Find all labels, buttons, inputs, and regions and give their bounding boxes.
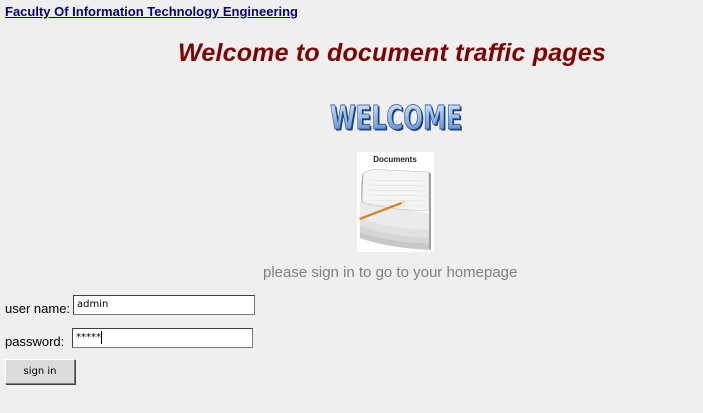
username-input[interactable]: admin (73, 295, 255, 315)
password-input[interactable]: ***** (72, 328, 253, 348)
signin-prompt: please sign in to go to your homepage (263, 264, 518, 281)
documents-image-label: Documents (373, 155, 417, 164)
password-label: password: (5, 334, 65, 349)
password-value: ***** (76, 332, 101, 343)
documents-image: Documents (357, 152, 434, 252)
username-value: admin (77, 299, 109, 310)
faculty-link[interactable]: Faculty Of Information Technology Engine… (5, 4, 298, 19)
username-label: user name: (5, 301, 71, 316)
welcome-banner: WELCOME WELCOME (330, 98, 464, 136)
welcome-banner-text: WELCOME (330, 98, 462, 136)
text-caret (101, 330, 102, 344)
page-title: Welcome to document traffic pages (178, 39, 606, 67)
signin-button[interactable]: sign in (5, 359, 75, 384)
